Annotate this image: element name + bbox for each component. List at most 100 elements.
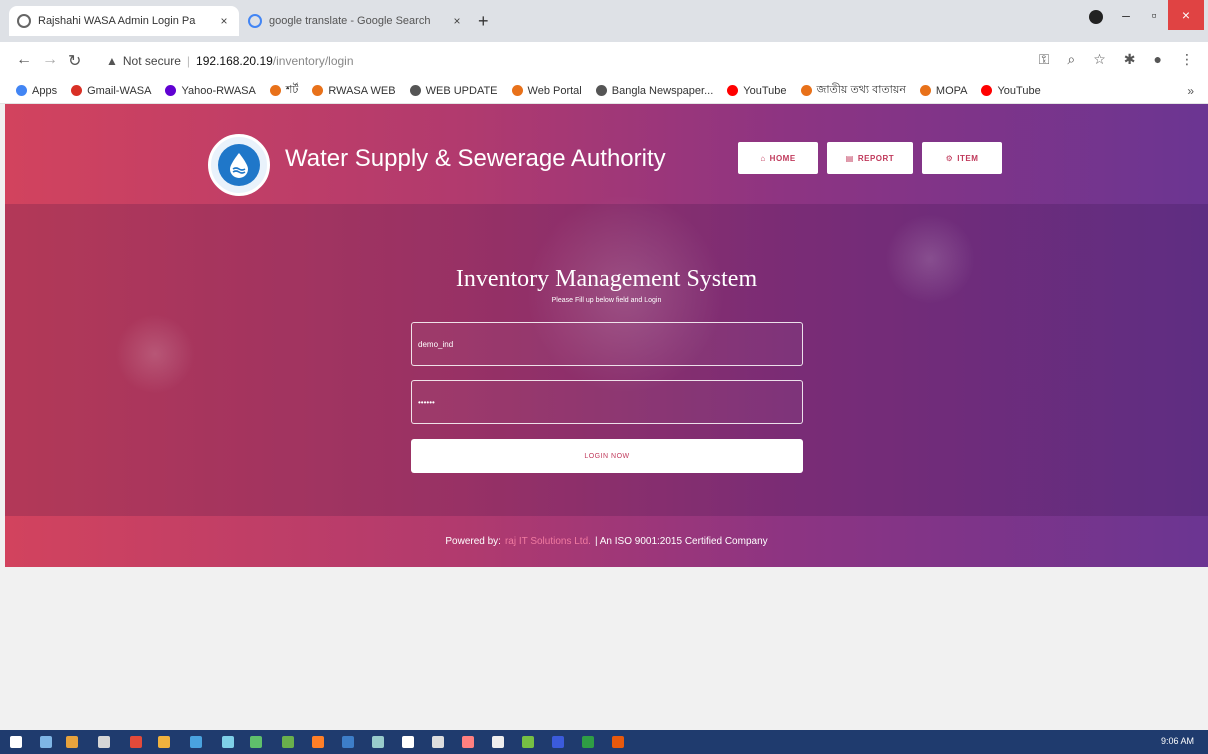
bookmark-label: RWASA WEB: [328, 84, 396, 97]
browser-toolbar: ← → ↻ ▲ Not secure | 192.168.20.19 /inve…: [0, 42, 1208, 78]
taskbar-app-icon[interactable]: [582, 736, 594, 748]
address-bar[interactable]: ▲ Not secure | 192.168.20.19 /inventory/…: [106, 49, 1006, 73]
account-icon[interactable]: ●: [1154, 51, 1162, 68]
water-drop-icon: [218, 144, 260, 186]
taskbar-app-icon[interactable]: [432, 736, 444, 748]
page-heading: Inventory Management System: [455, 266, 758, 292]
bookmark-item[interactable]: জাতীয় তথ্য বাতায়ন: [800, 81, 906, 100]
password-input[interactable]: [411, 380, 803, 424]
bookmark-item[interactable]: Gmail-WASA: [71, 85, 151, 97]
bookmark-favicon-icon: [919, 85, 931, 96]
login-button[interactable]: LOGIN NOW: [411, 439, 803, 473]
bookmark-item[interactable]: Bangla Newspaper...: [595, 84, 714, 97]
taskbar-app-icon[interactable]: [612, 736, 624, 748]
toolbar-icons: ⚿ ⌕ ☆ ✱ ● ⋮: [1039, 51, 1194, 68]
bookmark-label: Apps: [32, 84, 58, 97]
taskbar-app-icon[interactable]: [158, 736, 170, 748]
menu-icon[interactable]: ⋮: [1180, 51, 1194, 68]
taskbar-app-icon[interactable]: [342, 736, 354, 748]
site-title: Water Supply & Sewerage Authority: [285, 145, 666, 172]
key-icon[interactable]: ⚿: [1039, 51, 1050, 68]
background-glow: [115, 314, 195, 394]
bookmark-favicon-icon: [409, 85, 421, 96]
taskbar-app-icon[interactable]: [312, 736, 324, 748]
taskbar-app-icon[interactable]: [462, 736, 474, 748]
taskbar-app-icon[interactable]: [492, 736, 504, 748]
bookmark-label: Bangla Newspaper...: [611, 84, 714, 97]
bookmark-favicon-icon: [165, 85, 177, 96]
bookmark-favicon-icon: [312, 85, 324, 96]
tab-close-icon[interactable]: ×: [450, 14, 464, 28]
footer-brand-link[interactable]: raj IT Solutions Ltd.: [505, 536, 591, 547]
taskbar-app-icon[interactable]: [66, 736, 78, 748]
browser-tab-inactive[interactable]: google translate - Google Search ×: [240, 6, 472, 36]
windows-start-icon[interactable]: [10, 736, 22, 748]
taskbar-app-icon[interactable]: [282, 736, 294, 748]
page-footer: Powered by: raj IT Solutions Ltd. | An I…: [5, 516, 1208, 567]
nav-item[interactable]: ⚙ ITEM: [922, 142, 1002, 174]
bookmark-favicon-icon: [981, 85, 993, 96]
bookmark-favicon-icon: [269, 85, 281, 96]
nav-home-label: HOME: [769, 153, 796, 163]
nav-report[interactable]: ▤ REPORT: [827, 142, 913, 174]
taskbar-app-icon[interactable]: [222, 736, 234, 748]
nav-report-label: REPORT: [857, 153, 895, 163]
bookmark-label: MOPA: [935, 84, 968, 97]
bookmark-label: YouTube: [997, 84, 1041, 97]
bookmark-favicon-icon: [16, 85, 27, 96]
username-input[interactable]: [411, 322, 803, 366]
zoom-icon[interactable]: ⌕: [1067, 51, 1075, 68]
browser-tab-active[interactable]: Rajshahi WASA Admin Login Pa ×: [9, 6, 239, 36]
taskbar-app-icon[interactable]: [40, 736, 52, 748]
address-path: /inventory/login: [272, 54, 354, 68]
bookmarks-overflow-icon[interactable]: »: [1187, 84, 1194, 98]
bookmarks-bar: Apps Gmail-WASA Yahoo-RWASA শর্ট RWASA WEB WE…: [0, 78, 1208, 104]
taskbar-app-icon[interactable]: [250, 736, 262, 748]
home-icon: ⌂: [760, 153, 766, 163]
reload-icon[interactable]: ↻: [68, 51, 81, 71]
footer-prefix: Powered by:: [445, 536, 501, 547]
star-icon[interactable]: ☆: [1093, 51, 1106, 68]
bookmark-label: Gmail-WASA: [87, 84, 152, 97]
bookmark-item[interactable]: শর্ট: [269, 81, 299, 100]
bookmark-item[interactable]: YouTube: [981, 84, 1041, 97]
bookmark-item[interactable]: RWASA WEB: [312, 84, 396, 97]
bookmark-label: জাতীয় তথ্য বাতায়ন: [816, 84, 906, 96]
profile-icon[interactable]: [1089, 10, 1103, 24]
new-tab-button[interactable]: +: [478, 11, 489, 32]
maximize-icon[interactable]: ▫: [1140, 0, 1168, 30]
bookmark-item[interactable]: YouTube: [727, 84, 787, 97]
tab-close-icon[interactable]: ×: [217, 14, 231, 28]
bookmark-item[interactable]: Web Portal: [511, 85, 582, 97]
bookmark-label: YouTube: [743, 84, 787, 97]
bookmark-item[interactable]: MOPA: [919, 84, 968, 97]
nav-home[interactable]: ⌂ HOME: [738, 142, 818, 174]
page-subheading: Please Fill up below field and Login: [551, 297, 662, 304]
warning-icon: ▲: [106, 54, 118, 68]
bookmark-item[interactable]: WEB UPDATE: [409, 85, 498, 97]
tab-title: google translate - Google Search: [269, 15, 431, 27]
taskbar-app-icon[interactable]: [402, 736, 414, 748]
google-favicon-icon: [248, 14, 262, 28]
taskbar-app-icon[interactable]: [98, 736, 110, 748]
taskbar-clock[interactable]: 9:06 AM: [1161, 736, 1194, 746]
item-icon: ⚙: [945, 153, 954, 163]
taskbar-app-icon[interactable]: [372, 736, 384, 748]
extensions-icon[interactable]: ✱: [1124, 51, 1136, 68]
taskbar-app-icon[interactable]: [130, 736, 142, 748]
bookmark-item[interactable]: Apps: [16, 85, 57, 97]
forward-icon[interactable]: →: [42, 51, 58, 69]
taskbar-app-icon[interactable]: [522, 736, 534, 748]
taskbar-app-icon[interactable]: [552, 736, 564, 748]
close-window-icon[interactable]: ×: [1168, 0, 1204, 30]
minimize-icon[interactable]: –: [1112, 0, 1140, 30]
report-icon: ▤: [845, 153, 854, 163]
tab-favicon-icon: [17, 14, 31, 28]
bookmark-label: Yahoo-RWASA: [181, 84, 256, 97]
bookmark-favicon-icon: [800, 85, 812, 96]
bookmark-item[interactable]: Yahoo-RWASA: [165, 84, 256, 97]
bookmark-label: শর্ট: [285, 84, 299, 96]
taskbar-app-icon[interactable]: [190, 736, 202, 748]
bookmark-favicon-icon: [511, 85, 523, 96]
back-icon[interactable]: ←: [16, 51, 32, 69]
